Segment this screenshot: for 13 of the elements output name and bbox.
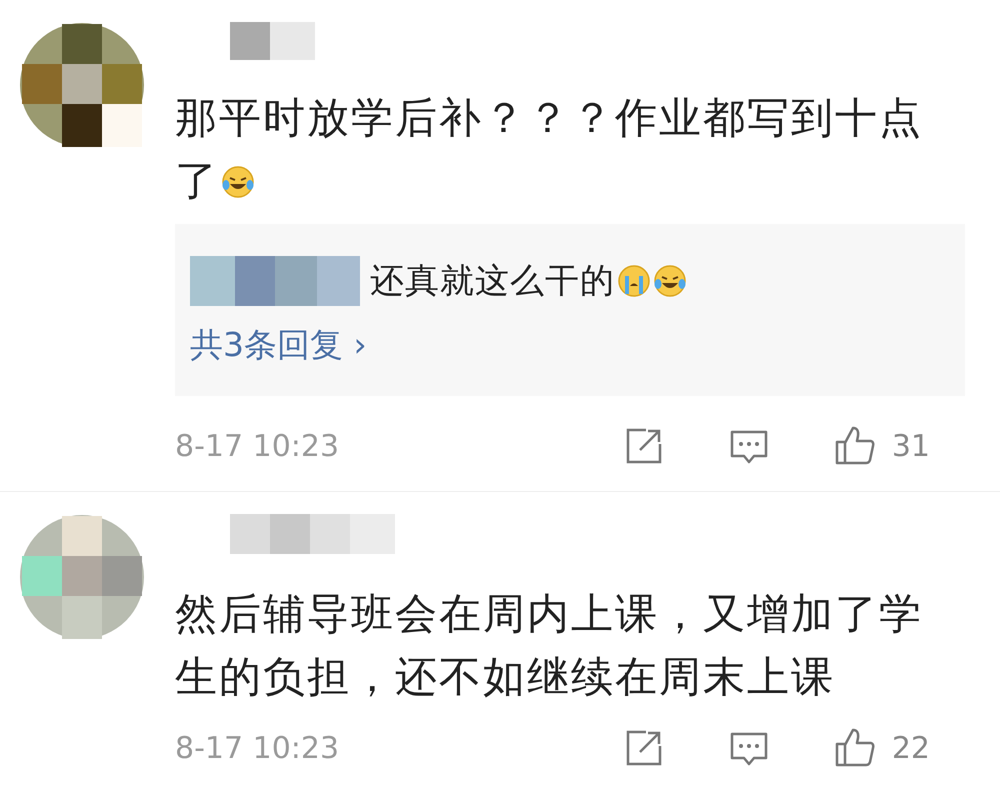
- tears-of-joy-emoji-icon: [221, 165, 255, 199]
- crying-emoji-icon: [617, 264, 651, 298]
- like-count: 22: [892, 730, 930, 766]
- like-icon[interactable]: [834, 425, 876, 467]
- view-replies-link[interactable]: 共3条回复 ›: [190, 318, 950, 372]
- like-count: 31: [892, 428, 930, 464]
- tears-of-joy-emoji-icon: [653, 264, 687, 298]
- comment-time: 8-17 10:23: [175, 428, 340, 464]
- comment-text: 那平时放学后补？？？作业都写到十点了: [175, 92, 924, 207]
- reply-text: 还真就这么干的: [370, 260, 615, 303]
- comment-time: 8-17 10:23: [175, 730, 340, 766]
- like-icon[interactable]: [834, 727, 876, 769]
- comment-text: 然后辅导班会在周内上课，又增加了学生的负担，还不如继续在周末上课: [175, 588, 924, 703]
